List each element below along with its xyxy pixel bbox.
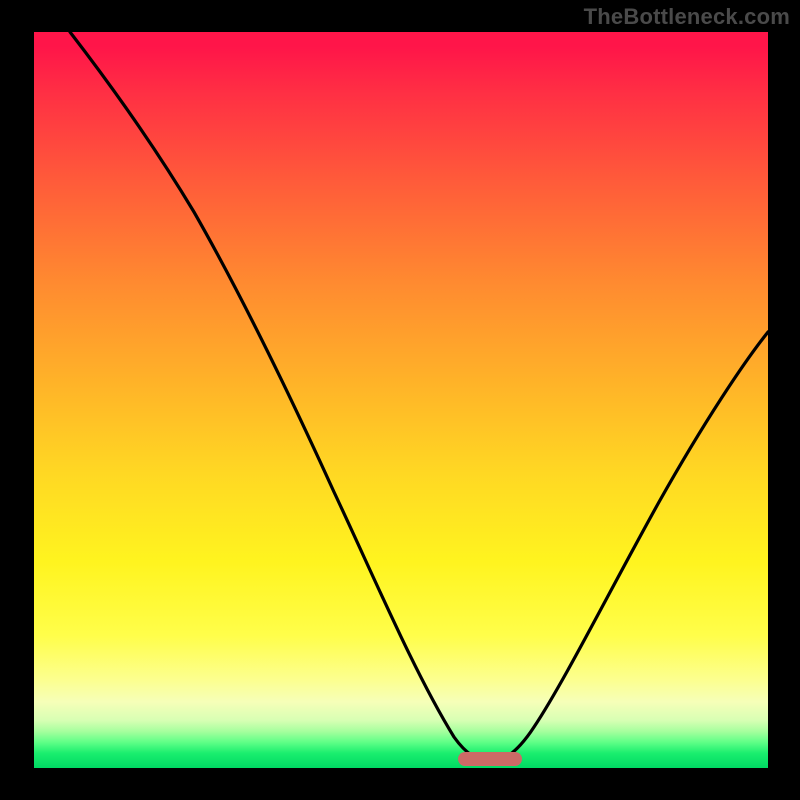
chart-frame: TheBottleneck.com	[0, 0, 800, 800]
optimal-marker	[458, 752, 522, 766]
bottleneck-curve	[34, 32, 768, 768]
plot-area	[34, 32, 768, 768]
watermark-text: TheBottleneck.com	[584, 4, 790, 30]
curve-path	[70, 32, 768, 762]
